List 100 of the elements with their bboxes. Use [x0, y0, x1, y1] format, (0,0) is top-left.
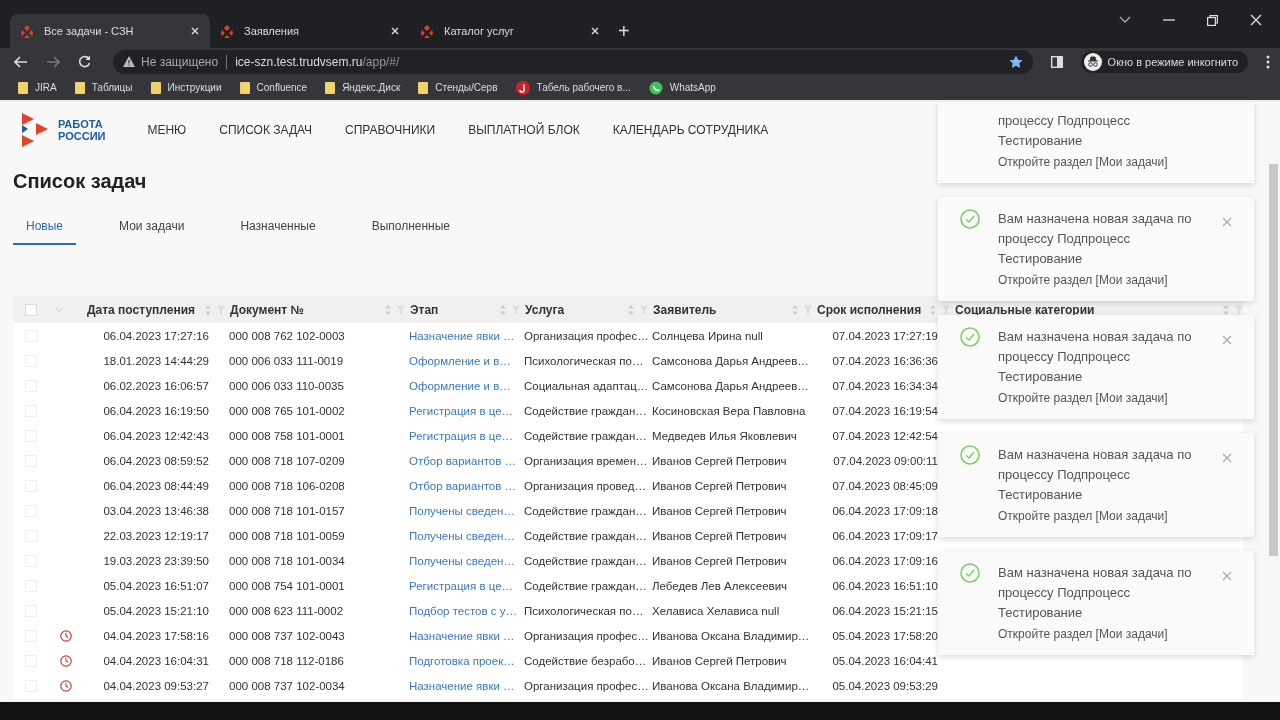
- column-header[interactable]: Заявитель: [653, 302, 717, 317]
- table-cell-text: 07.04.2023 16:34:34: [831, 379, 939, 392]
- table-cell-text: 03.04.2023 13:46:38: [102, 504, 210, 517]
- nav-link[interactable]: КАЛЕНДАРЬ СОТРУДНИКА: [612, 123, 769, 137]
- table-cell-text: 07.04.2023 16:36:36: [831, 354, 939, 367]
- url-text: ice-szn.test.trudvsem.ru/app/#/: [235, 54, 400, 69]
- table-cell-text: 000 008 718 101-0059: [228, 529, 346, 542]
- forward-icon[interactable]: [46, 55, 60, 68]
- notification-link[interactable]: Откройте раздел [Мои задачи]: [998, 155, 1222, 169]
- nav-link[interactable]: СПРАВОЧНИКИ: [345, 123, 436, 137]
- column-header[interactable]: Дата поступления: [87, 302, 196, 317]
- side-panel-icon[interactable]: [1050, 55, 1063, 68]
- site-icon: [20, 24, 34, 38]
- j-icon: [515, 80, 530, 95]
- table-cell-text: 19.03.2023 23:39:50: [102, 554, 210, 567]
- stage-link[interactable]: Получены сведен…: [405, 504, 520, 517]
- star-icon[interactable]: [1008, 54, 1023, 69]
- folder-icon: [74, 81, 85, 94]
- stage-link[interactable]: Отбор вариантов …: [405, 479, 520, 492]
- notification-link[interactable]: Откройте раздел [Мои задачи]: [998, 391, 1222, 405]
- notification-message: Вам назначена новая задача по процессу Подпроцесс Тестирование: [998, 446, 1193, 504]
- sort-icon[interactable]: [930, 304, 936, 315]
- stage-link[interactable]: Назначение явки …: [405, 679, 520, 692]
- restore-icon[interactable]: [1207, 14, 1218, 26]
- bookmark[interactable]: Инструкции: [150, 81, 222, 94]
- bookmark[interactable]: Confluence: [239, 81, 308, 94]
- table-cell-text: 06.04.2023 15:21:15: [831, 604, 939, 617]
- bookmark[interactable]: Таблицы: [74, 81, 133, 94]
- sort-icon[interactable]: [205, 304, 211, 315]
- column-header[interactable]: Этап: [410, 302, 439, 317]
- stage-link[interactable]: Назначение явки …: [405, 329, 520, 342]
- tab[interactable]: Выполненные: [358, 219, 464, 245]
- logo-text: РАБОТА РОССИИ: [58, 118, 106, 142]
- bookmark[interactable]: Яндекс.Диск: [325, 81, 401, 94]
- table-cell-text: Содействие безрабо…: [523, 654, 648, 667]
- tab[interactable]: Новые: [13, 219, 76, 245]
- sort-icon[interactable]: [628, 304, 634, 315]
- stage-link[interactable]: Оформление и в…: [405, 354, 520, 367]
- column-header[interactable]: Документ №: [230, 302, 304, 317]
- sort-icon[interactable]: [1223, 304, 1229, 315]
- stage-link[interactable]: Регистрация в це…: [405, 429, 520, 442]
- notification-link[interactable]: Откройте раздел [Мои задачи]: [998, 273, 1222, 287]
- back-icon[interactable]: [14, 55, 28, 68]
- table-cell-text: 06.04.2023 16:19:50: [102, 404, 210, 417]
- stage-link[interactable]: Подбор тестов с у…: [405, 604, 520, 617]
- table-cell-text: Содействие граждан…: [523, 404, 648, 417]
- table-cell-text: 000 008 623 111-0002: [228, 604, 345, 617]
- table-cell-text: 04.04.2023 16:04:31: [102, 654, 210, 667]
- check-circle-icon: [960, 563, 980, 583]
- notification-message: Вам назначена новая задача по процессу Подпроцесс Тестирование: [998, 564, 1193, 622]
- stage-link[interactable]: Оформление и в…: [405, 379, 520, 392]
- table-cell-text: 07.04.2023 16:19:54: [831, 404, 939, 417]
- table-cell-text: 07.04.2023 17:27:19: [831, 329, 939, 342]
- stage-link[interactable]: Подготовка проек…: [405, 654, 520, 667]
- stage-link[interactable]: Получены сведен…: [405, 554, 520, 567]
- table-cell-text: Организация профес…: [523, 329, 648, 342]
- browser-tab[interactable]: Все задачи - СЗН: [10, 14, 210, 48]
- stage-link[interactable]: Получены сведен…: [405, 529, 520, 542]
- select-all-checkbox[interactable]: [25, 303, 37, 316]
- chevron-down-icon[interactable]: [1119, 16, 1131, 24]
- tab[interactable]: Мои задачи: [106, 219, 198, 245]
- chevron-down-icon: [55, 306, 63, 313]
- stage-link[interactable]: Регистрация в це…: [405, 404, 520, 417]
- filter-icon[interactable]: [942, 305, 950, 314]
- browser-tab[interactable]: Заявления: [210, 14, 410, 48]
- table-cell-text: Косиновская Вера Павловна: [651, 404, 807, 417]
- check-circle-icon: [960, 327, 980, 347]
- nav-link[interactable]: ВЫПЛАТНОЙ БЛОК: [468, 123, 580, 137]
- browser-tab[interactable]: Каталог услуг: [410, 14, 610, 48]
- bookmark[interactable]: Стенды/Серв: [418, 81, 498, 94]
- notification-link[interactable]: Откройте раздел [Мои задачи]: [998, 509, 1222, 523]
- sort-icon[interactable]: [500, 304, 506, 315]
- table-cell-text: 06.04.2023 17:09:17: [831, 529, 939, 542]
- column-header[interactable]: Услуга: [525, 302, 565, 317]
- profile-button[interactable]: Окно в режиме инкогнито: [1080, 50, 1248, 73]
- stage-link[interactable]: Регистрация в це…: [405, 579, 520, 592]
- address-field[interactable]: Не защищено ice-szn.test.trudvsem.ru/app/#/: [113, 49, 1033, 74]
- reload-icon[interactable]: [78, 55, 91, 68]
- site-icon: [220, 24, 234, 38]
- stage-link[interactable]: Назначение явки …: [405, 629, 520, 642]
- column-header[interactable]: Срок исполнения: [817, 302, 922, 317]
- table-cell-text: 000 008 718 101-0034: [228, 554, 346, 567]
- nav-link[interactable]: МЕНЮ: [147, 123, 187, 137]
- sort-icon[interactable]: [385, 304, 391, 315]
- table-cell-text: 000 008 754 101-0001: [228, 579, 346, 592]
- filter-icon[interactable]: [1235, 305, 1243, 314]
- sort-icon[interactable]: [792, 304, 798, 315]
- bookmark[interactable]: Табель рабочего в...: [515, 80, 631, 95]
- tab[interactable]: Назначенные: [227, 219, 329, 245]
- minimize-icon[interactable]: [1163, 19, 1175, 21]
- more-icon[interactable]: [1266, 54, 1270, 69]
- new-tab-button[interactable]: +: [610, 14, 638, 48]
- bookmark[interactable]: WhatsApp: [648, 80, 716, 95]
- folder-icon: [150, 81, 161, 94]
- nav-link[interactable]: СПИСОК ЗАДАЧ: [219, 123, 313, 137]
- stage-link[interactable]: Отбор вариантов …: [405, 454, 520, 467]
- notification-link[interactable]: Откройте раздел [Мои задачи]: [998, 627, 1222, 641]
- table-cell-text: Содействие граждан…: [523, 579, 648, 592]
- bookmark[interactable]: JIRA: [18, 81, 57, 94]
- column-header[interactable]: Социальные категории: [955, 302, 1095, 317]
